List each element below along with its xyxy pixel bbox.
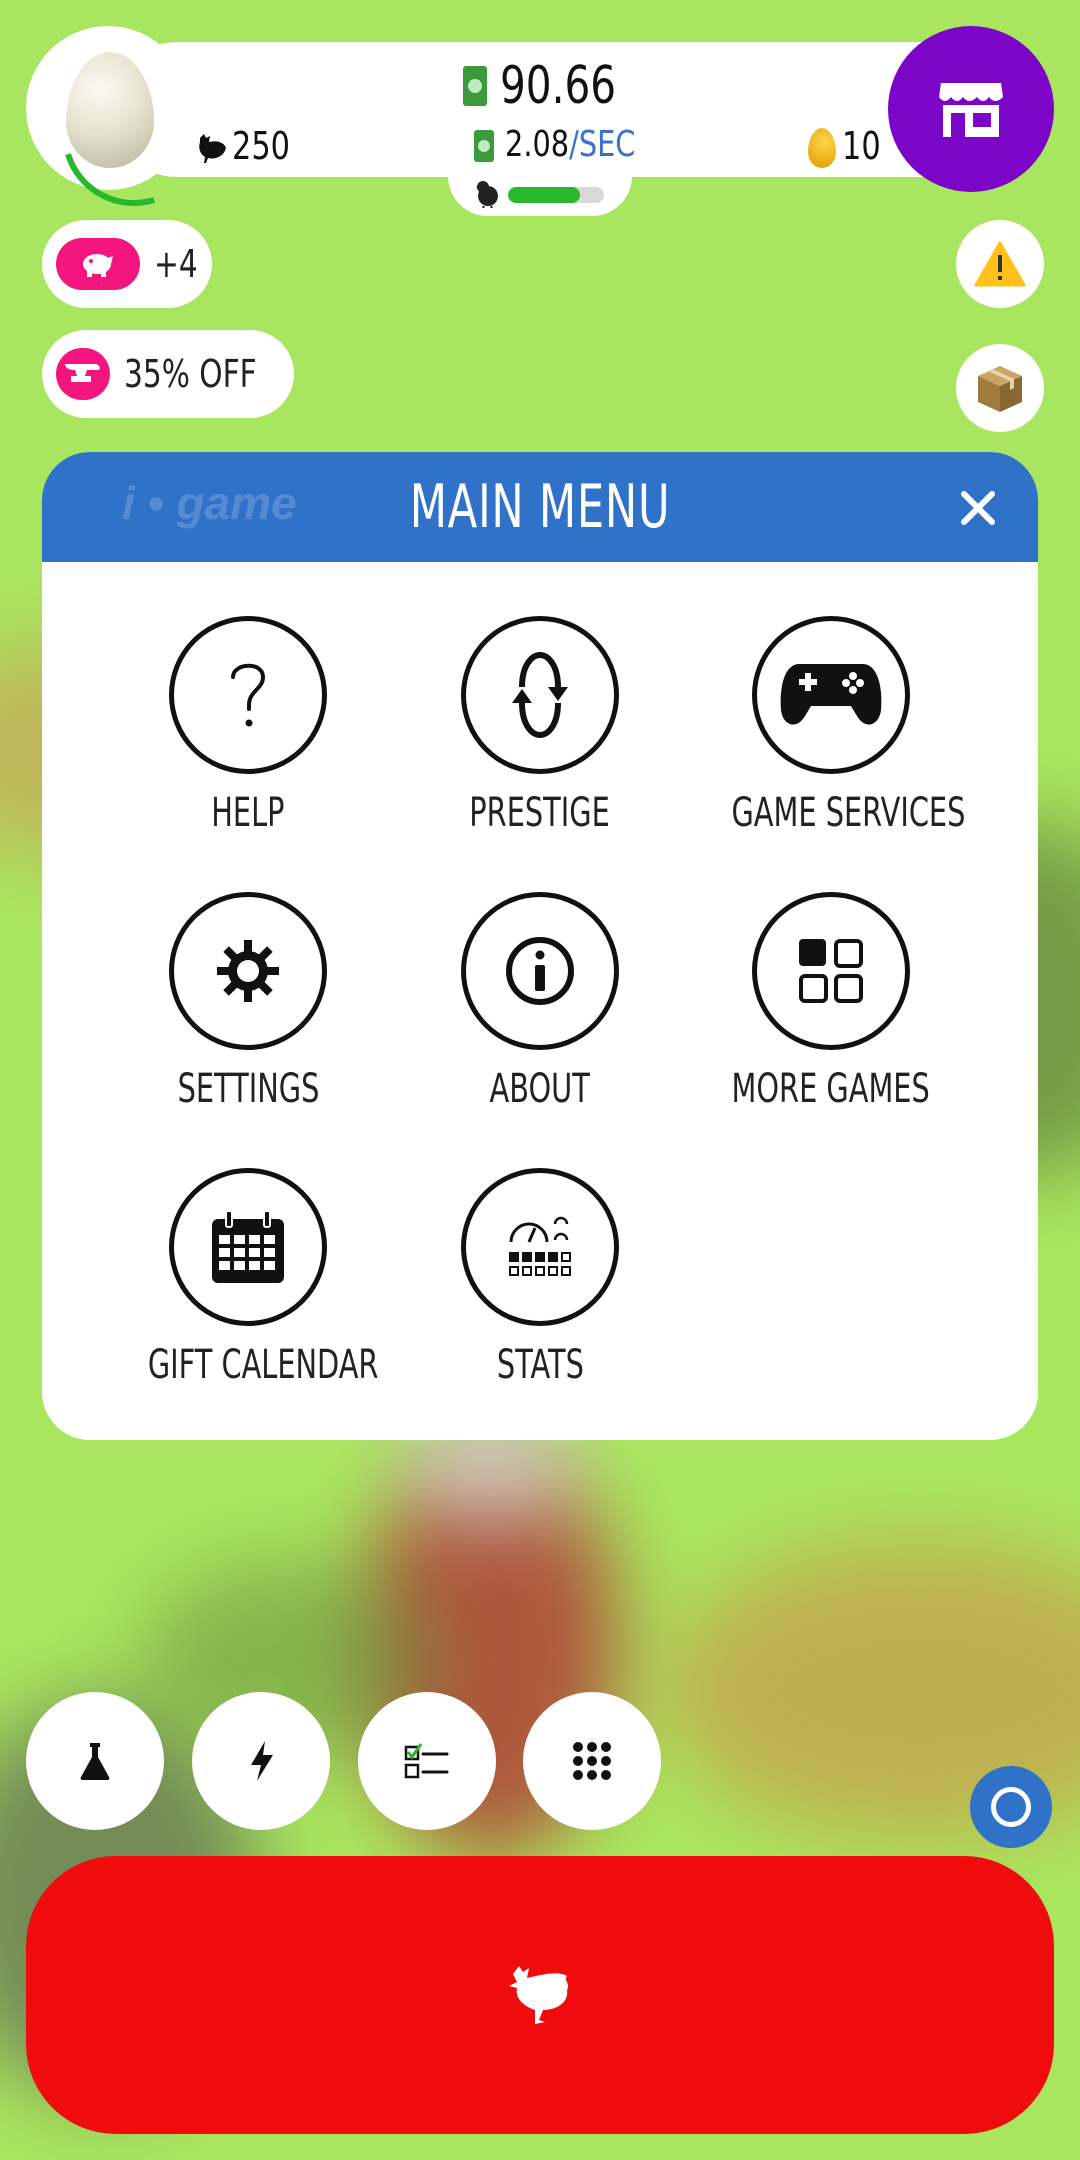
game-services-circle	[752, 616, 910, 774]
menu-label: ABOUT	[489, 1066, 591, 1112]
alert-button[interactable]	[956, 220, 1044, 308]
menu-label: HELP	[211, 790, 285, 836]
chicken-icon	[509, 1966, 569, 2024]
gift-calendar-circle	[169, 1168, 327, 1326]
menu-item-prestige[interactable]: PRESTIGE	[395, 616, 685, 836]
lightning-icon	[251, 1741, 273, 1781]
flask-icon	[80, 1743, 110, 1780]
menu-label: GAME SERVICES	[731, 790, 966, 836]
calendar-icon	[212, 1210, 284, 1283]
gear-icon	[217, 940, 279, 1002]
menu-label: SETTINGS	[177, 1066, 319, 1112]
boost-button[interactable]	[192, 1692, 330, 1830]
prestige-icon	[512, 651, 568, 739]
hatch-chicken-button[interactable]	[26, 1856, 1054, 2134]
cash-icon	[463, 66, 487, 106]
piggy-bank-badge	[56, 238, 140, 290]
help-circle	[169, 616, 327, 774]
modal-title: MAIN MENU	[409, 472, 671, 542]
piggy-bank-text: +4	[154, 242, 198, 286]
shop-icon	[939, 83, 1003, 137]
info-icon	[506, 937, 574, 1005]
menu-label: MORE GAMES	[731, 1066, 931, 1112]
anvil-badge	[56, 348, 110, 400]
menu-label: STATS	[496, 1342, 584, 1388]
hatch-progress-bar	[508, 187, 604, 203]
close-button[interactable]	[950, 480, 1006, 536]
close-icon	[961, 491, 995, 525]
settings-circle	[169, 892, 327, 1050]
chick-icon	[476, 181, 498, 208]
camera-toggle-button[interactable]	[970, 1766, 1052, 1848]
menu-item-game-services[interactable]: GAME SERVICES	[686, 616, 976, 836]
stats-circle	[461, 1168, 619, 1326]
chicken-icon	[199, 134, 226, 163]
gauge-icon	[509, 1216, 571, 1276]
menu-item-gift-calendar[interactable]: GIFT CALENDAR	[103, 1168, 393, 1388]
prestige-circle	[461, 616, 619, 774]
menu-label: GIFT CALENDAR	[147, 1342, 379, 1388]
money-rate: 2.08/SEC	[505, 124, 635, 165]
grid-icon	[799, 939, 863, 1003]
chicken-count: 250	[232, 124, 291, 168]
dots-grid-icon	[573, 1742, 611, 1780]
money-rate-value: 2.08	[505, 124, 570, 165]
more-games-circle	[752, 892, 910, 1050]
golden-egg-icon	[808, 128, 836, 168]
main-menu-modal: i • game MAIN MENU HELP PRESTIGE GAME SE…	[42, 452, 1038, 1440]
discount-text: 35% OFF	[123, 352, 257, 396]
about-circle	[461, 892, 619, 1050]
piggy-bank-pill[interactable]: +4	[42, 220, 212, 308]
menu-item-stats[interactable]: STATS	[395, 1168, 685, 1388]
menu-item-about[interactable]: ABOUT	[395, 892, 685, 1112]
warning-icon	[974, 241, 1026, 287]
anvil-icon	[64, 364, 100, 382]
menu-item-settings[interactable]: SETTINGS	[103, 892, 393, 1112]
menu-label: PRESTIGE	[469, 790, 611, 836]
money-amount: 90.66	[500, 56, 617, 116]
research-button[interactable]	[26, 1692, 164, 1830]
cash-rate-icon	[474, 130, 494, 162]
mystery-box-button[interactable]	[956, 344, 1044, 432]
money-rate-unit: /SEC	[569, 124, 636, 165]
modal-header: i • game MAIN MENU	[42, 452, 1038, 562]
missions-button[interactable]	[358, 1692, 496, 1830]
shop-button[interactable]	[888, 26, 1054, 192]
golden-egg-count: 10	[842, 124, 881, 168]
more-menu-button[interactable]	[523, 1692, 661, 1830]
gamepad-icon	[780, 664, 882, 725]
watermark-dots: i •	[122, 477, 177, 529]
checklist-icon	[404, 1743, 449, 1779]
hatch-progress-fill	[508, 187, 580, 203]
question-icon	[231, 663, 266, 727]
discount-pill[interactable]: 35% OFF	[42, 330, 294, 418]
menu-item-help[interactable]: HELP	[103, 616, 393, 836]
menu-item-more-games[interactable]: MORE GAMES	[686, 892, 976, 1112]
box-icon	[978, 366, 1022, 412]
piggy-bank-icon	[83, 254, 113, 277]
